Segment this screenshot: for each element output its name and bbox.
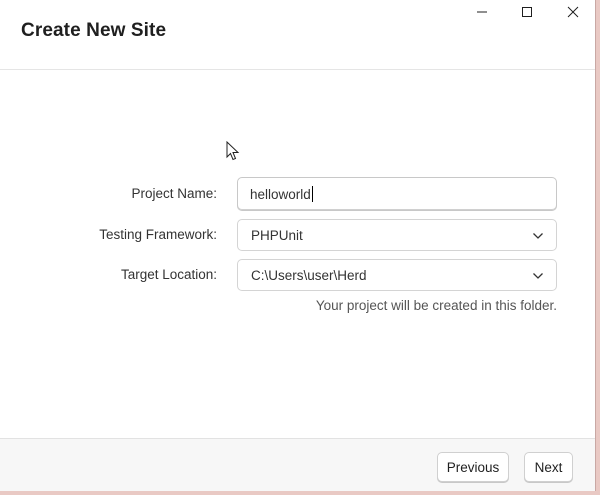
text-caret <box>311 186 313 202</box>
chevron-down-icon <box>532 270 544 285</box>
maximize-icon <box>521 6 533 18</box>
target-location-value: C:\Users\user\Herd <box>251 267 367 283</box>
testing-framework-label: Testing Framework: <box>99 227 217 242</box>
project-name-value: helloworld <box>250 186 311 202</box>
form-area <box>0 70 595 438</box>
window-title: Create New Site <box>21 20 167 41</box>
close-icon <box>567 6 579 18</box>
project-name-label: Project Name: <box>131 186 217 201</box>
create-site-window: Create New Site Project Name: helloworld… <box>0 0 596 491</box>
testing-framework-select[interactable]: PHPUnit <box>237 219 557 251</box>
mouse-pointer-icon <box>226 140 240 167</box>
target-location-label: Target Location: <box>120 267 217 282</box>
previous-button[interactable]: Previous <box>437 452 509 482</box>
dialog-footer: Previous Next <box>0 438 595 491</box>
chevron-down-icon <box>532 230 544 245</box>
title-bar: Create New Site <box>0 0 595 70</box>
target-location-select[interactable]: C:\Users\user\Herd <box>237 259 557 291</box>
next-button[interactable]: Next <box>524 452 573 482</box>
minimize-button[interactable] <box>459 0 505 24</box>
target-location-help: Your project will be created in this fol… <box>315 298 557 313</box>
minimize-icon <box>476 6 488 18</box>
project-name-input[interactable]: helloworld <box>237 177 557 211</box>
close-button[interactable] <box>550 0 596 24</box>
testing-framework-value: PHPUnit <box>251 227 303 243</box>
maximize-button[interactable] <box>504 0 550 24</box>
